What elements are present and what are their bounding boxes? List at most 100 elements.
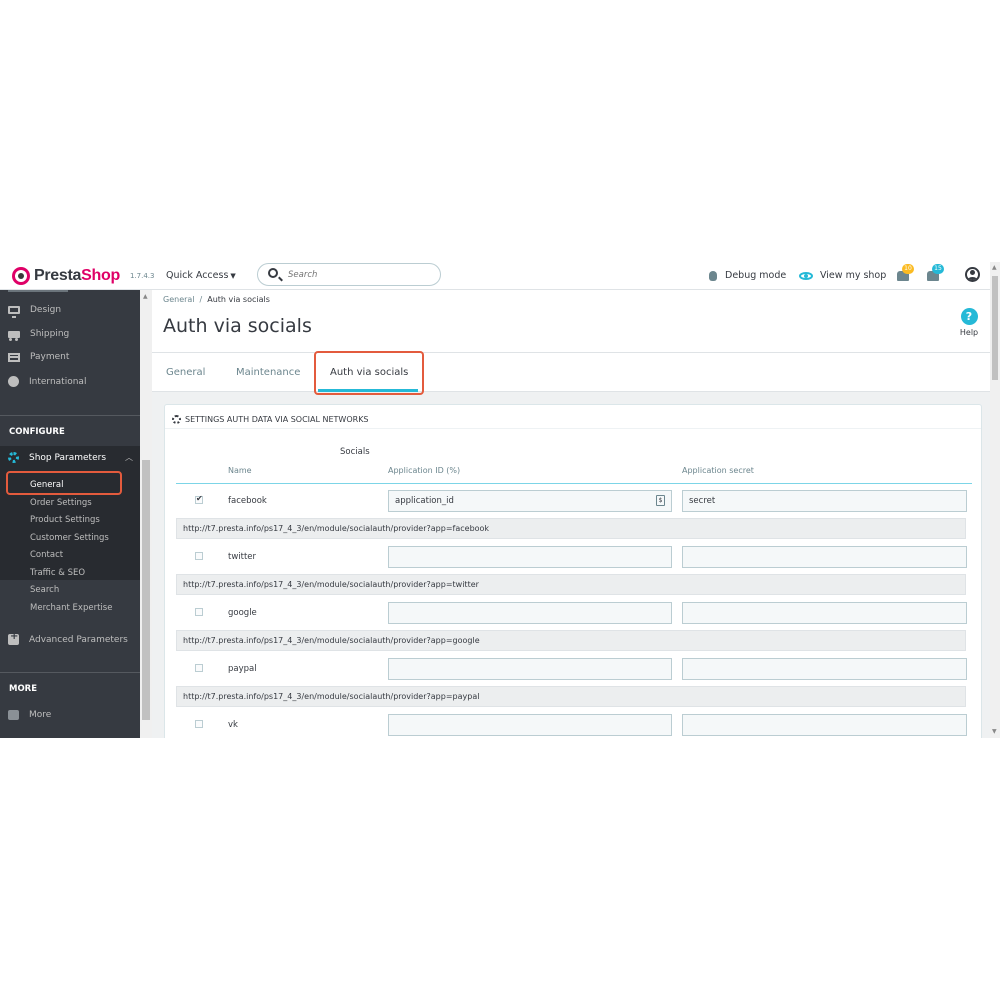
twitter-application-secret-input[interactable] [682, 546, 967, 568]
column-header-application-id: Application ID (%) [388, 466, 461, 475]
google-checkbox[interactable] [195, 608, 203, 616]
facebook-application-id-input[interactable]: application_id $ [388, 490, 672, 512]
sidebar-item-payment[interactable]: Payment [8, 352, 69, 362]
sidebar-item-design[interactable]: Design [8, 305, 61, 318]
page-toolbar: General / Auth via socials Auth via social… [152, 290, 990, 352]
facebook-application-secret-input[interactable]: secret [682, 490, 967, 512]
application-secret-value: secret [689, 496, 716, 506]
page-title: Auth via socials [163, 315, 312, 337]
table-row: google http://t7.presta.info/ps17_4_3/en… [176, 602, 972, 659]
truck-icon [8, 330, 20, 341]
prestashop-logo-icon [12, 267, 30, 285]
twitter-checkbox[interactable] [195, 552, 203, 560]
column-header-application-secret: Application secret [682, 466, 754, 475]
general-highlight-box [6, 471, 122, 495]
social-name: facebook [228, 496, 267, 506]
vk-checkbox[interactable] [195, 720, 203, 728]
eye-icon [799, 271, 813, 280]
prestashop-logo[interactable]: PrestaShop [12, 265, 120, 287]
module-tabs: General Maintenance Auth via socials [152, 351, 990, 395]
sidebar-item-label: Payment [30, 352, 70, 362]
logo-text: PrestaShop [34, 267, 120, 284]
bug-icon [709, 270, 717, 281]
help-label: Help [959, 328, 979, 337]
cogs-icon [172, 415, 181, 424]
callback-url: http://t7.presta.info/ps17_4_3/en/module… [176, 686, 966, 707]
sidebar-item-advanced-parameters[interactable]: Advanced Parameters [8, 631, 128, 645]
advanced-parameters-icon [8, 631, 19, 645]
social-name: twitter [228, 552, 257, 562]
scroll-up-icon[interactable]: ▲ [992, 264, 997, 271]
facebook-checkbox[interactable] [195, 494, 203, 504]
sidebar-subitem-traffic-seo[interactable]: Traffic & SEO [30, 568, 85, 578]
search-input[interactable] [288, 268, 428, 282]
breadcrumb-parent[interactable]: General [163, 295, 195, 304]
sidebar-menu: Design Shipping Payment International CO… [0, 290, 140, 738]
orders-badge: 10 [902, 264, 914, 274]
page-scroll-thumb[interactable] [992, 276, 998, 380]
sidebar-item-label: International [29, 376, 87, 387]
sidebar-subitem-product-settings[interactable]: Product Settings [30, 515, 100, 525]
sidebar-item-label: More [29, 710, 52, 720]
google-application-id-input[interactable] [388, 602, 672, 624]
sidebar-subitem-search[interactable]: Search [30, 585, 59, 595]
auth-tab-highlight-box [314, 351, 424, 395]
customers-notification[interactable]: 15 [925, 264, 944, 283]
scroll-up-icon[interactable]: ▲ [143, 293, 148, 300]
account-icon[interactable] [965, 267, 980, 282]
twitter-application-id-input[interactable] [388, 546, 672, 568]
sidebar-scroll-thumb[interactable] [142, 460, 150, 720]
quick-access-dropdown[interactable]: Quick Access ▼ [166, 270, 236, 281]
prestashop-admin-window: PrestaShop 1.7.4.3 Quick Access▼ Debug m… [0, 262, 1000, 738]
breadcrumb-separator: / [199, 295, 203, 304]
search-icon[interactable] [268, 268, 278, 278]
social-name: vk [228, 720, 238, 730]
page-scrollbar[interactable]: ▲ ▼ [990, 262, 1000, 738]
view-my-shop-label: View my shop [820, 270, 887, 281]
social-name: paypal [228, 664, 257, 674]
scroll-down-icon[interactable]: ▼ [992, 728, 997, 735]
debug-mode-link[interactable]: Debug mode [709, 270, 786, 281]
caret-down-icon: ▼ [230, 272, 236, 280]
tab-general[interactable]: General [166, 367, 205, 378]
search-box[interactable] [257, 263, 441, 286]
main-content: General / Auth via socials Auth via social… [152, 290, 990, 738]
sidebar-item-shop-parameters[interactable]: Shop Parameters ︿ [8, 452, 133, 463]
callback-url: http://t7.presta.info/ps17_4_3/en/module… [176, 574, 966, 595]
paypal-application-id-input[interactable] [388, 658, 672, 680]
table-row: facebook application_id $ secret http://… [176, 490, 972, 547]
tab-maintenance[interactable]: Maintenance [236, 367, 300, 378]
more-heading: MORE [9, 684, 38, 694]
breadcrumb-current: Auth via socials [207, 295, 270, 304]
view-my-shop-link[interactable]: View my shop [799, 270, 886, 281]
panel-heading-label: SETTINGS AUTH DATA VIA SOCIAL NETWORKS [185, 415, 369, 424]
google-application-secret-input[interactable] [682, 602, 967, 624]
sidebar-item-more[interactable]: More [8, 710, 51, 720]
dollar-icon[interactable]: $ [656, 495, 665, 506]
question-icon: ? [960, 308, 978, 325]
sidebar-subitem-contact[interactable]: Contact [30, 550, 63, 560]
help-button[interactable]: ? Help [954, 308, 984, 337]
gear-icon [8, 452, 19, 463]
top-header: PrestaShop 1.7.4.3 Quick Access▼ Debug m… [0, 262, 990, 290]
version-label: 1.7.4.3 [130, 272, 155, 280]
paypal-checkbox[interactable] [195, 664, 203, 672]
sidebar-item-shipping[interactable]: Shipping [8, 329, 69, 341]
orders-notification[interactable]: 10 [895, 264, 914, 283]
paypal-application-secret-input[interactable] [682, 658, 967, 680]
sidebar-scrollbar[interactable]: ▲ [140, 290, 152, 738]
shop-parameters-submenu [0, 446, 140, 580]
sidebar-subitem-merchant-expertise[interactable]: Merchant Expertise [30, 603, 112, 613]
globe-icon [8, 376, 19, 387]
vk-application-secret-input[interactable] [682, 714, 967, 736]
sidebar-item-international[interactable]: International [8, 376, 86, 387]
sidebar-subitem-customer-settings[interactable]: Customer Settings [30, 533, 109, 543]
vk-application-id-input[interactable] [388, 714, 672, 736]
header-underline [176, 483, 972, 484]
credit-card-icon [8, 352, 20, 362]
social-name: google [228, 608, 257, 618]
sidebar-divider [0, 672, 140, 673]
quick-access-label: Quick Access [166, 270, 229, 281]
shop-parameters-label: Shop Parameters [29, 452, 107, 463]
sidebar-subitem-order-settings[interactable]: Order Settings [30, 498, 92, 508]
